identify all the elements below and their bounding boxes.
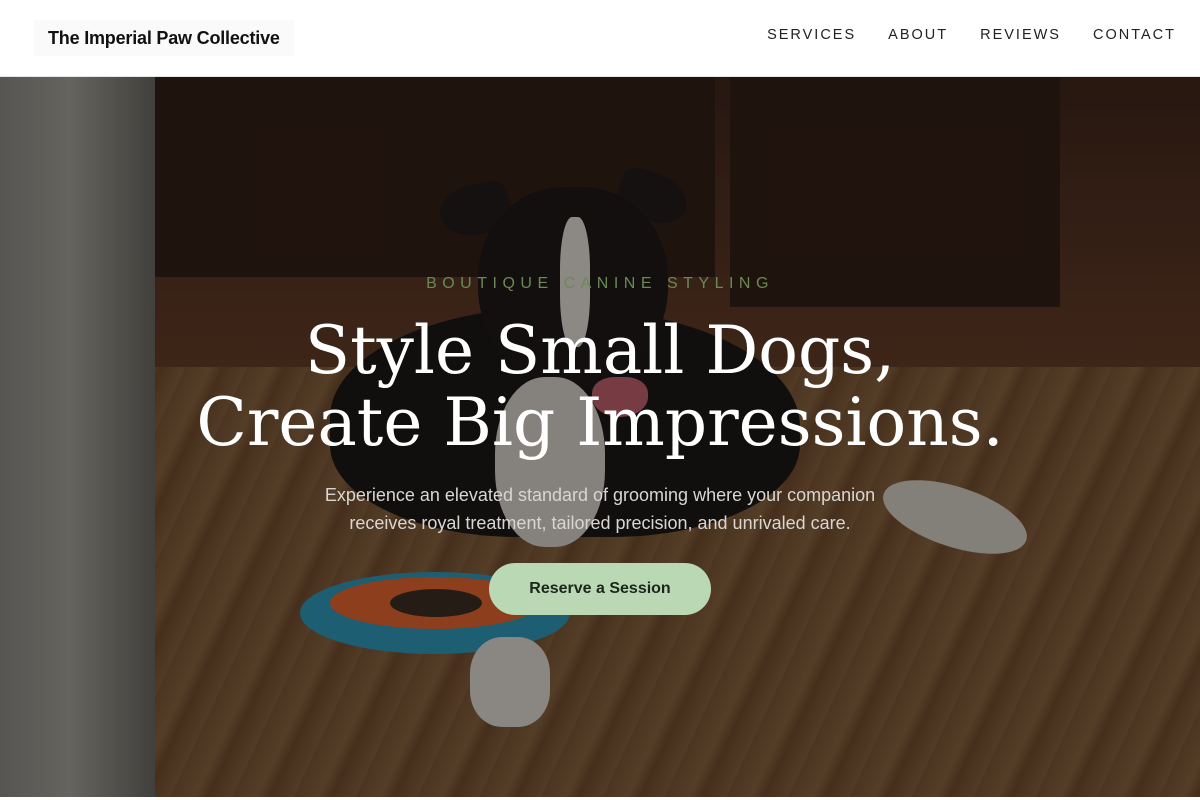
nav-services-link[interactable]: SERVICES [767, 27, 856, 43]
nav-reviews-link[interactable]: REVIEWS [980, 27, 1061, 43]
nav-contact-link[interactable]: CONTACT [1093, 27, 1176, 43]
site-header: The Imperial Paw Collective SERVICES ABO… [0, 0, 1200, 77]
hero-subtitle-line-2: receives royal treatment, tailored preci… [349, 513, 851, 533]
hero-title-line-2: Create Big Impressions. [196, 384, 1004, 461]
hero-title-line-1: Style Small Dogs, [304, 312, 896, 389]
reserve-session-button[interactable]: Reserve a Session [489, 563, 711, 615]
hero-subtitle: Experience an elevated standard of groom… [270, 481, 930, 537]
hero-subtitle-line-1: Experience an elevated standard of groom… [324, 485, 876, 505]
brand-logo-text[interactable]: The Imperial Paw Collective [34, 20, 294, 56]
hero-content: BOUTIQUE CANINE STYLING Style Small Dogs… [0, 77, 1200, 797]
hero-eyebrow: BOUTIQUE CANINE STYLING [426, 275, 774, 292]
hero-title: Style Small Dogs, Create Big Impressions… [0, 315, 1200, 459]
nav-about-link[interactable]: ABOUT [888, 27, 948, 43]
hero-section: BOUTIQUE CANINE STYLING Style Small Dogs… [0, 77, 1200, 797]
main-nav: SERVICES ABOUT REVIEWS CONTACT [735, 27, 1176, 43]
